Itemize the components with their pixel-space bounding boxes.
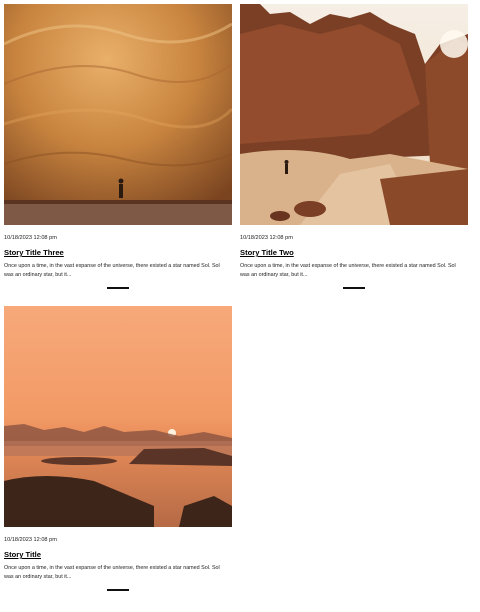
post-title-link[interactable]: Story Title Two (240, 248, 294, 258)
divider (107, 287, 129, 289)
post-excerpt: Once upon a time, in the vast expanse of… (4, 263, 220, 278)
divider (107, 589, 129, 591)
post-card-2[interactable]: 10/18/2023 12:08 pm Story Title Two Once… (240, 4, 468, 289)
desert-canyon-path-photo (240, 4, 468, 225)
post-thumbnail-1[interactable] (4, 4, 232, 225)
post-thumbnail-3[interactable] (4, 306, 232, 527)
desert-sunset-photo (4, 306, 232, 527)
canyon-cliff-photo (4, 4, 232, 225)
post-date: 10/18/2023 12:08 pm (240, 235, 293, 241)
post-date: 10/18/2023 12:08 pm (4, 537, 57, 543)
post-card-3[interactable]: 10/18/2023 12:08 pm Story Title Once upo… (4, 306, 232, 591)
post-excerpt: Once upon a time, in the vast expanse of… (4, 565, 220, 580)
post-card-1[interactable]: 10/18/2023 12:08 pm Story Title Three On… (4, 4, 232, 289)
post-thumbnail-2[interactable] (240, 4, 468, 225)
post-title-link[interactable]: Story Title (4, 550, 41, 560)
divider (343, 287, 365, 289)
post-date: 10/18/2023 12:08 pm (4, 235, 57, 241)
post-excerpt: Once upon a time, in the vast expanse of… (240, 263, 456, 278)
post-title-link[interactable]: Story Title Three (4, 248, 64, 258)
